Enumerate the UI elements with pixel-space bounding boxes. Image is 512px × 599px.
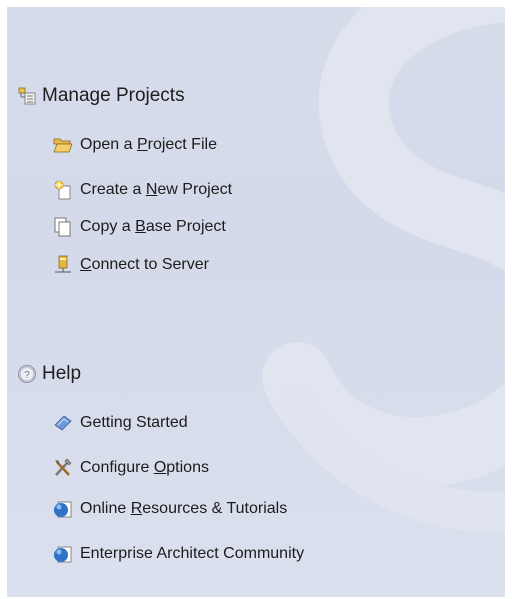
- online-resources-link[interactable]: Online Resources & Tutorials: [52, 497, 287, 521]
- getting-started-link[interactable]: Getting Started: [52, 411, 188, 435]
- help-icon: ?: [17, 364, 37, 384]
- open-project-file-link[interactable]: Open a Project File: [52, 133, 217, 157]
- folder-open-icon: [52, 134, 74, 156]
- manage-projects-title: Manage Projects: [42, 85, 185, 106]
- copy-icon: [52, 216, 74, 238]
- globe-icon: [52, 543, 74, 565]
- help-heading: ? Help: [17, 362, 81, 386]
- watermark-icon: [262, 7, 505, 533]
- globe-icon: [52, 498, 74, 520]
- copy-base-project-link[interactable]: Copy a Base Project: [52, 215, 226, 239]
- svg-text:?: ?: [24, 370, 30, 381]
- book-icon: [52, 412, 74, 434]
- start-page-panel: Manage Projects Open a Project File Crea…: [7, 7, 505, 597]
- community-link[interactable]: Enterprise Architect Community: [52, 542, 304, 566]
- tools-icon: [52, 457, 74, 479]
- connect-to-server-link[interactable]: Connect to Server: [52, 253, 209, 277]
- server-icon: [52, 254, 74, 276]
- tree-icon: [17, 86, 37, 106]
- help-title: Help: [42, 363, 82, 384]
- manage-projects-heading: Manage Projects: [17, 84, 185, 108]
- create-new-project-link[interactable]: Create a New Project: [52, 178, 232, 202]
- new-project-icon: [52, 179, 74, 201]
- configure-options-link[interactable]: Configure Options: [52, 456, 209, 480]
